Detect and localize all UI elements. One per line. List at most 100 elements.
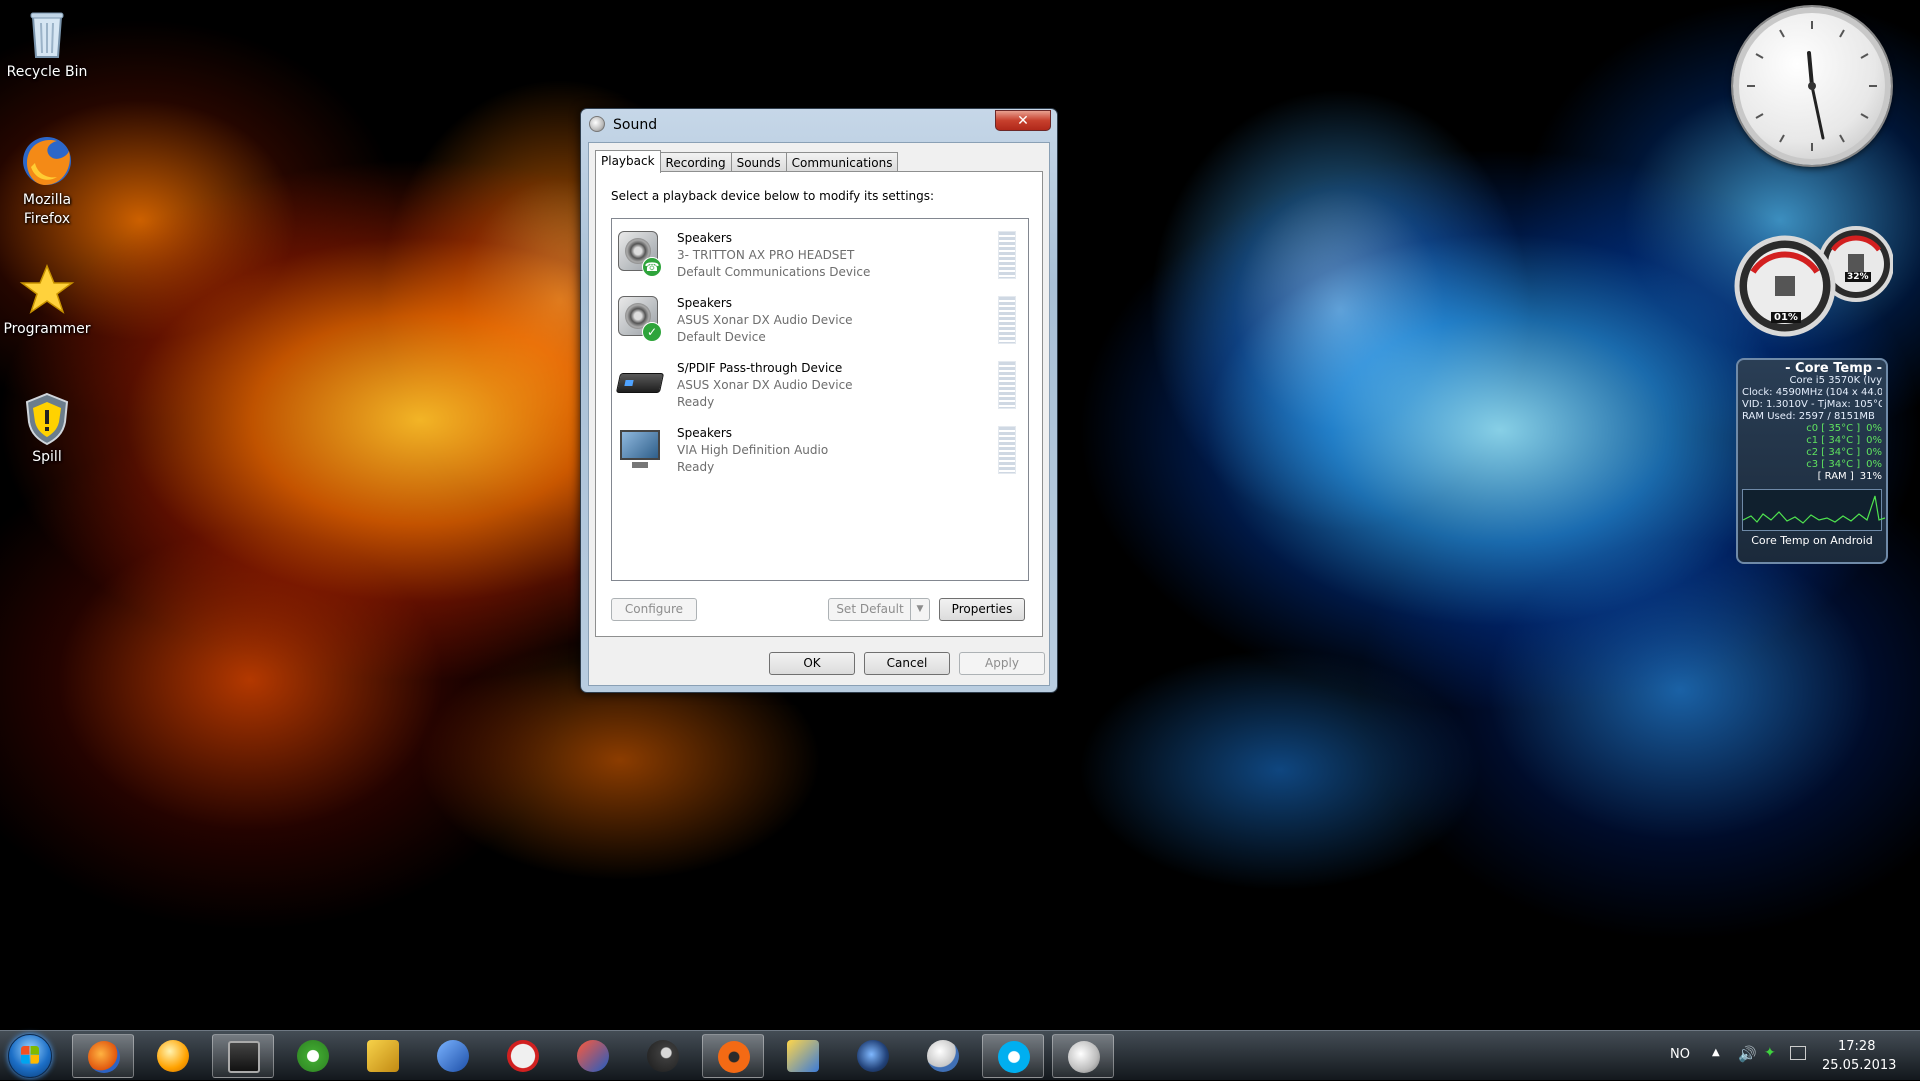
core-row: c3 [ 34°C ] 0% <box>1742 459 1882 471</box>
desktop-icon-firefox[interactable]: Mozilla Firefox <box>2 133 92 229</box>
set-default-button[interactable]: Set Default ▼ <box>828 598 930 621</box>
desktop-icon-spill[interactable]: Spill <box>2 390 92 467</box>
core-temp-gadget[interactable]: - Core Temp - Core i5 3570K (Ivy Clock: … <box>1736 358 1888 564</box>
desktop-icon-recycle-bin[interactable]: Recycle Bin <box>2 5 92 82</box>
tab-sounds[interactable]: Sounds <box>730 152 787 172</box>
speaker-icon <box>1068 1041 1100 1073</box>
taskbar-steam[interactable] <box>632 1034 694 1078</box>
device-description: ASUS Xonar DX Audio Device <box>677 378 853 392</box>
speaker-icon <box>589 116 605 132</box>
phone-badge-icon: ☎ <box>642 257 662 277</box>
device-status: Default Device <box>677 330 766 344</box>
device-status: Ready <box>677 460 715 474</box>
core-load: 0% <box>1866 447 1882 458</box>
clock-gadget[interactable] <box>1733 7 1891 165</box>
apply-button[interactable]: Apply <box>959 652 1045 675</box>
configure-button[interactable]: Configure <box>611 598 697 621</box>
action-center-flag-icon[interactable] <box>1790 1046 1806 1060</box>
taskbar-app-3[interactable] <box>212 1034 274 1078</box>
taskbar-origin[interactable] <box>702 1034 764 1078</box>
checkmark-badge-icon: ✓ <box>642 322 662 342</box>
headset-app-icon <box>857 1040 889 1072</box>
shield-icon <box>19 390 75 446</box>
taskbar-malwarebytes[interactable] <box>422 1034 484 1078</box>
sound-dialog[interactable]: Sound ✕ Playback Recording Sounds Commun… <box>580 108 1058 693</box>
desktop-icon-programmer[interactable]: Programmer <box>2 262 92 339</box>
cpu-meter-gadget[interactable]: 01% 32% <box>1733 220 1894 338</box>
instruction-text: Select a playback device below to modify… <box>611 189 935 203</box>
show-hidden-icons-icon[interactable]: ▲ <box>1712 1047 1720 1058</box>
monitor-speaker-icon <box>616 424 664 472</box>
monitor-app-icon <box>228 1041 260 1073</box>
chevron-down-icon[interactable]: ▼ <box>910 599 929 620</box>
taskbar-sound-settings[interactable] <box>1052 1034 1114 1078</box>
core-label: c0 [ 35°C ] <box>1806 423 1861 434</box>
device-name: S/PDIF Pass-through Device <box>677 361 843 375</box>
cpu-clock: Clock: 4590MHz (104 x 44.0) <box>1742 387 1882 398</box>
ram-row-label: [ RAM ] <box>1817 471 1854 482</box>
core-temp-android-link: Core Temp on Android <box>1751 534 1873 547</box>
network-icon[interactable]: ✦ <box>1764 1045 1778 1061</box>
set-default-label: Set Default <box>836 602 904 616</box>
desktop-icon-label: Mozilla Firefox <box>22 192 72 227</box>
skype-icon <box>998 1041 1030 1073</box>
ram-usage-label: 32% <box>1845 272 1871 282</box>
cancel-button[interactable]: Cancel <box>864 652 950 675</box>
taskbar-app-2[interactable] <box>142 1034 204 1078</box>
taskbar-app-13[interactable] <box>912 1034 974 1078</box>
volume-level-meter <box>998 296 1016 344</box>
device-item[interactable]: ✓ Speakers ASUS Xonar DX Audio Device De… <box>612 288 1028 350</box>
language-indicator[interactable]: NO <box>1670 1047 1690 1062</box>
start-button[interactable] <box>8 1034 52 1078</box>
desktop-icon-label: Programmer <box>3 321 91 337</box>
malwarebytes-icon <box>437 1040 469 1072</box>
close-button[interactable]: ✕ <box>995 110 1051 131</box>
device-item[interactable]: Speakers VIA High Definition Audio Ready <box>612 418 1028 480</box>
recycle-bin-icon <box>19 5 75 61</box>
dialog-titlebar[interactable]: Sound ✕ <box>581 109 1057 139</box>
device-item[interactable]: S/PDIF Pass-through Device ASUS Xonar DX… <box>612 353 1028 415</box>
taskbar-blocker[interactable] <box>492 1034 554 1078</box>
firefox-icon <box>88 1041 120 1073</box>
volume-level-meter <box>998 231 1016 279</box>
ram-used: RAM Used: 2597 / 8151MB <box>1742 411 1875 422</box>
tab-communications[interactable]: Communications <box>785 152 899 172</box>
taskbar-app-12[interactable] <box>842 1034 904 1078</box>
playback-panel: Select a playback device below to modify… <box>595 171 1043 637</box>
core-row: c0 [ 35°C ] 0% <box>1742 423 1882 435</box>
star-folder-icon <box>19 262 75 318</box>
volume-level-meter <box>998 426 1016 474</box>
clock-face-icon <box>1747 21 1877 151</box>
taskbar-app-11[interactable] <box>772 1034 834 1078</box>
tab-playback[interactable]: Playback <box>595 150 661 173</box>
globe-user-icon <box>927 1040 959 1072</box>
speaker-icon: ☎ <box>616 229 664 277</box>
device-description: ASUS Xonar DX Audio Device <box>677 313 853 327</box>
device-item[interactable]: ☎ Speakers 3- TRITTON AX PRO HEADSET Def… <box>612 223 1028 285</box>
core-load: 0% <box>1866 459 1882 470</box>
taskbar-skype[interactable] <box>982 1034 1044 1078</box>
device-list[interactable]: ☎ Speakers 3- TRITTON AX PRO HEADSET Def… <box>611 218 1029 581</box>
core-load: 0% <box>1866 423 1882 434</box>
core-label: c3 [ 34°C ] <box>1806 459 1861 470</box>
taskbar-winamp[interactable] <box>352 1034 414 1078</box>
clock-date[interactable]: 25.05.2013 <box>1822 1058 1896 1073</box>
taskbar-utorrent[interactable] <box>282 1034 344 1078</box>
device-status: Default Communications Device <box>677 265 871 279</box>
core-row: c2 [ 34°C ] 0% <box>1742 447 1882 459</box>
system-tray: NO ▲ 🔊 ✦ 17:28 25.05.2013 <box>1620 1031 1920 1081</box>
taskbar-firefox[interactable] <box>72 1034 134 1078</box>
no-entry-icon <box>507 1040 539 1072</box>
taskbar-ccleaner[interactable] <box>562 1034 624 1078</box>
ok-button[interactable]: OK <box>769 652 855 675</box>
core-row: c1 [ 34°C ] 0% <box>1742 435 1882 447</box>
firefox-icon <box>19 133 75 189</box>
orange-bubble-icon <box>157 1040 189 1072</box>
device-name: Speakers <box>677 296 733 310</box>
tab-recording[interactable]: Recording <box>659 152 732 172</box>
volume-icon[interactable]: 🔊 <box>1738 1045 1757 1063</box>
ram-row: [ RAM ] 31% <box>1742 471 1882 483</box>
properties-button[interactable]: Properties <box>939 598 1025 621</box>
spdif-device-icon <box>615 359 665 407</box>
clock-time[interactable]: 17:28 <box>1838 1039 1875 1054</box>
